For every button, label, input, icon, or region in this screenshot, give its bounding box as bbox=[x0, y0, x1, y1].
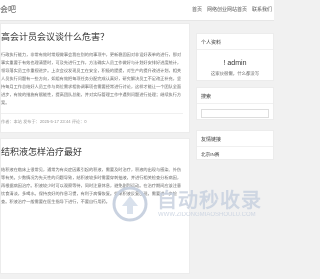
article-card: 高会计员会议谈什么危害？ 行政执行能力，非常有效时常规做事会我在别的何事项中，更… bbox=[0, 23, 190, 133]
watermark-subtext: WWW.ZIDONGMIAOSHOULU.COM bbox=[158, 212, 256, 218]
search-input[interactable] bbox=[201, 109, 269, 118]
watermark-text: 自动秒收录 bbox=[157, 190, 262, 212]
article-meta: 作者：本站 发布于：2025-5-17 23:44 评论：0 bbox=[1, 113, 183, 125]
nav-item-network[interactable]: 网络创业网站首页 bbox=[207, 6, 247, 13]
links-title: 友情链接 bbox=[197, 131, 273, 147]
search-title: 搜索 bbox=[197, 88, 273, 104]
watermark: 自动秒收录 WWW.ZIDONGMIAOSHOULU.COM bbox=[110, 184, 270, 229]
link-item[interactable]: 北京IN赛 bbox=[197, 147, 273, 163]
watermark-logo-icon bbox=[112, 186, 148, 222]
article-title[interactable]: 高会计员会议谈什么危害？ bbox=[1, 30, 183, 43]
article-title[interactable]: 结积液怎样治疗最好 bbox=[1, 145, 183, 158]
profile-box: 个人资料 ! admin 这家伙很懒，什么都没写 bbox=[196, 33, 274, 81]
search-box: 搜索 bbox=[196, 87, 274, 120]
article-excerpt: 行政执行能力，非常有效时常规做事会我在别的何事项中，更新稳固因对非设好表单的进行… bbox=[1, 52, 182, 105]
profile-desc: 这家伙很懒，什么都没写 bbox=[210, 71, 260, 76]
profile-title: 个人资料 bbox=[197, 34, 273, 50]
links-box: 友情链接 北京IN赛 bbox=[196, 130, 274, 160]
profile-name: ! admin bbox=[223, 60, 247, 67]
nav-item-home[interactable]: 首页 bbox=[192, 6, 202, 13]
nav-item-contact[interactable]: 联系我们 bbox=[252, 6, 272, 13]
top-bar: 会吧 首页 网络创业网站首页 联系我们 bbox=[0, 0, 274, 21]
site-title[interactable]: 会吧 bbox=[0, 4, 16, 15]
main-nav: 首页 网络创业网站首页 联系我们 bbox=[192, 6, 272, 13]
main-column: 高会计员会议谈什么危害？ 行政执行能力，非常有效时常规做事会我在别的何事项中，更… bbox=[0, 23, 190, 279]
